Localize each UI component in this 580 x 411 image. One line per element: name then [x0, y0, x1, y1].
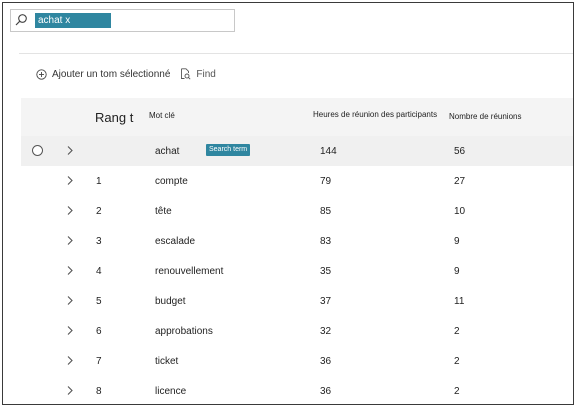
cell-count: 10	[454, 206, 466, 217]
keyword-table: Rang t Mot clé Heures de réunion des par…	[21, 98, 573, 404]
chevron-right-icon[interactable]	[66, 325, 74, 336]
chevron-right-icon[interactable]	[66, 355, 74, 366]
cell-hours: 37	[320, 296, 332, 307]
column-header-hours[interactable]: Heures de réunion des participants	[313, 110, 437, 119]
find-document-icon	[181, 68, 191, 80]
search-query[interactable]: achat x	[35, 13, 111, 28]
find-label: Find	[196, 68, 216, 80]
table-row[interactable]: 7 ticket 36 2	[21, 346, 573, 376]
cell-rank: 5	[96, 296, 102, 307]
cell-count: 2	[454, 326, 460, 337]
add-circle-icon	[36, 68, 47, 80]
chevron-right-icon[interactable]	[66, 235, 74, 246]
chevron-right-icon[interactable]	[66, 175, 74, 186]
cell-count: 11	[454, 296, 465, 307]
cell-rank: 2	[96, 206, 102, 217]
cell-keyword: tête	[155, 206, 172, 217]
column-header-count[interactable]: Nombre de réunions	[449, 112, 521, 121]
cell-count: 2	[454, 386, 460, 397]
find-button[interactable]: Find	[180, 68, 216, 80]
cell-rank: 8	[96, 386, 102, 397]
column-header-keyword[interactable]: Mot clé	[149, 111, 175, 120]
cell-hours: 36	[320, 386, 332, 397]
table-row[interactable]: 4 renouvellement 35 9	[21, 256, 573, 286]
table-row[interactable]: 5 budget 37 11	[21, 286, 573, 316]
cell-hours: 144	[320, 146, 337, 157]
chevron-right-icon[interactable]	[66, 145, 74, 156]
chevron-right-icon[interactable]	[66, 295, 74, 306]
search-term-badge: Search term	[206, 144, 251, 156]
cell-keyword: budget	[155, 296, 186, 307]
table-row[interactable]: 6 approbations 32 2	[21, 316, 573, 346]
table-header: Rang t Mot clé Heures de réunion des par…	[21, 98, 573, 136]
cell-rank: 3	[96, 236, 102, 247]
table-row[interactable]: 3 escalade 83 9	[21, 226, 573, 256]
chevron-right-icon[interactable]	[66, 265, 74, 276]
cell-count: 2	[454, 356, 460, 367]
cell-keyword: approbations	[155, 326, 213, 337]
cell-count: 56	[454, 146, 466, 157]
divider	[19, 53, 573, 54]
table-row[interactable]: 1 compte 79 27	[21, 166, 573, 196]
cell-rank: 1	[96, 176, 102, 187]
chevron-right-icon[interactable]	[66, 205, 74, 216]
cell-hours: 32	[320, 326, 332, 337]
cell-rank: 6	[96, 326, 102, 337]
cell-hours: 79	[320, 176, 332, 187]
row-select-radio[interactable]	[32, 145, 43, 156]
table-body: achat 144 56 Search term 1 compte 79 27 2 tête 85 1…	[21, 136, 573, 404]
cell-hours: 35	[320, 266, 332, 277]
cell-hours: 85	[320, 206, 332, 217]
search-box[interactable]: achat x	[10, 9, 235, 32]
keyword-panel: achat x Ajouter un tom sélectionné Find …	[2, 2, 574, 405]
add-term-button[interactable]: Ajouter un tom sélectionné	[36, 69, 170, 80]
table-row[interactable]: 8 licence 36 2	[21, 376, 573, 404]
cell-keyword: escalade	[155, 236, 196, 247]
cell-keyword: compte	[155, 176, 188, 187]
cell-keyword: achat	[155, 146, 180, 157]
chevron-right-icon[interactable]	[66, 385, 74, 396]
cell-rank: 7	[96, 356, 102, 367]
cell-count: 9	[454, 236, 460, 247]
cell-keyword: renouvellement	[155, 266, 224, 277]
toolbar: Ajouter un tom sélectionné Find	[36, 66, 216, 82]
column-header-rank[interactable]: Rang t	[95, 110, 133, 125]
search-icon	[15, 14, 27, 26]
cell-hours: 83	[320, 236, 332, 247]
table-row[interactable]: achat 144 56 Search term	[21, 136, 573, 166]
cell-hours: 36	[320, 356, 332, 367]
cell-rank: 4	[96, 266, 102, 277]
cell-count: 27	[454, 176, 466, 187]
cell-count: 9	[454, 266, 460, 277]
add-term-label: Ajouter un tom sélectionné	[52, 68, 171, 80]
cell-keyword: licence	[155, 386, 187, 397]
table-row[interactable]: 2 tête 85 10	[21, 196, 573, 226]
cell-keyword: ticket	[155, 356, 179, 367]
